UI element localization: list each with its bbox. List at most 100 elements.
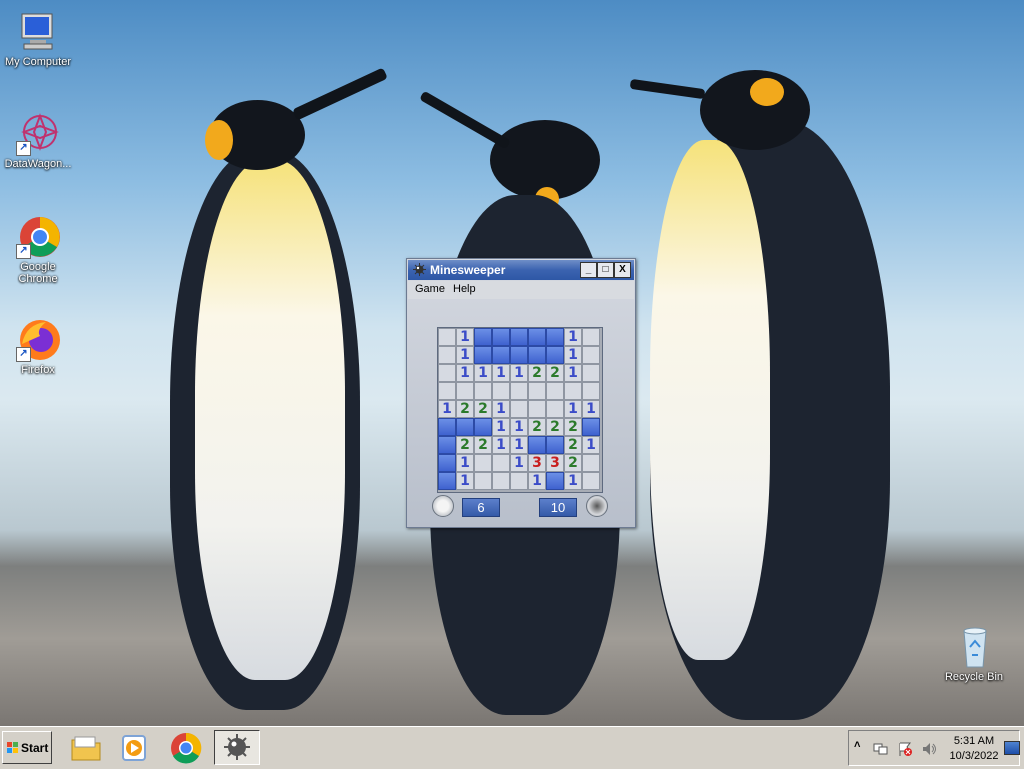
mine-cell[interactable]	[528, 346, 546, 364]
mine-cell[interactable]: 1	[492, 400, 510, 418]
show-hidden-icons-button[interactable]: ˄	[854, 739, 860, 751]
mine-cell[interactable]	[438, 364, 456, 382]
mine-cell[interactable]	[582, 328, 600, 346]
mine-cell[interactable]: 2	[564, 436, 582, 454]
desktop-icon-datawagon[interactable]: ↗ DataWagon...	[0, 112, 76, 170]
mine-cell[interactable]	[510, 400, 528, 418]
mine-cell[interactable]	[492, 454, 510, 472]
mine-cell[interactable]	[528, 436, 546, 454]
mine-cell[interactable]: 1	[456, 346, 474, 364]
mine-cell[interactable]: 2	[546, 418, 564, 436]
mine-cell[interactable]: 1	[564, 400, 582, 418]
maximize-button[interactable]: □	[597, 262, 614, 278]
mine-cell[interactable]: 1	[528, 472, 546, 490]
mine-cell[interactable]: 1	[564, 364, 582, 382]
mine-cell[interactable]: 1	[492, 418, 510, 436]
mine-cell[interactable]	[582, 454, 600, 472]
mine-cell[interactable]	[474, 346, 492, 364]
mine-cell[interactable]	[546, 400, 564, 418]
mine-cell[interactable]	[582, 364, 600, 382]
mine-cell[interactable]	[438, 454, 456, 472]
mine-cell[interactable]: 1	[492, 436, 510, 454]
mine-cell[interactable]	[492, 328, 510, 346]
mine-cell[interactable]: 1	[456, 454, 474, 472]
mine-cell[interactable]	[546, 346, 564, 364]
volume-icon[interactable]	[921, 741, 937, 757]
mine-cell[interactable]: 1	[564, 328, 582, 346]
mine-cell[interactable]: 2	[546, 364, 564, 382]
desktop-icon-recycle-bin[interactable]: Recycle Bin	[936, 625, 1012, 683]
mine-cell[interactable]: 1	[582, 400, 600, 418]
mine-cell[interactable]: 1	[456, 472, 474, 490]
mine-cell[interactable]: 2	[564, 454, 582, 472]
mine-cell[interactable]: 2	[564, 418, 582, 436]
mine-cell[interactable]: 2	[456, 400, 474, 418]
network-icon[interactable]	[873, 741, 889, 757]
window-titlebar[interactable]: Minesweeper _ □ X	[408, 260, 634, 280]
mine-cell[interactable]	[510, 382, 528, 400]
mine-cell[interactable]	[438, 436, 456, 454]
menu-help[interactable]: Help	[453, 283, 476, 295]
mine-cell[interactable]	[546, 436, 564, 454]
mine-cell[interactable]	[438, 382, 456, 400]
mine-cell[interactable]	[492, 346, 510, 364]
mine-cell[interactable]	[582, 472, 600, 490]
mine-cell[interactable]: 3	[528, 454, 546, 472]
mine-cell[interactable]: 1	[474, 364, 492, 382]
mine-cell[interactable]: 1	[510, 364, 528, 382]
mine-cell[interactable]	[474, 472, 492, 490]
mine-cell[interactable]	[474, 418, 492, 436]
mine-cell[interactable]: 1	[492, 364, 510, 382]
mine-cell[interactable]	[438, 418, 456, 436]
mine-cell[interactable]	[546, 328, 564, 346]
mine-cell[interactable]: 1	[564, 472, 582, 490]
mine-cell[interactable]	[492, 472, 510, 490]
mine-cell[interactable]: 1	[510, 436, 528, 454]
action-center-icon[interactable]	[897, 741, 913, 757]
menu-game[interactable]: Game	[415, 283, 445, 295]
mine-cell[interactable]	[438, 472, 456, 490]
mine-cell[interactable]: 2	[528, 418, 546, 436]
mine-cell[interactable]	[474, 328, 492, 346]
mine-cell[interactable]: 3	[546, 454, 564, 472]
mine-cell[interactable]	[528, 328, 546, 346]
mine-cell[interactable]: 2	[474, 436, 492, 454]
mine-cell[interactable]	[582, 346, 600, 364]
mine-cell[interactable]	[474, 454, 492, 472]
mine-cell[interactable]: 2	[474, 400, 492, 418]
mine-cell[interactable]	[438, 328, 456, 346]
mine-cell[interactable]: 1	[438, 400, 456, 418]
mine-cell[interactable]: 1	[456, 364, 474, 382]
show-desktop-button[interactable]	[1004, 741, 1020, 755]
mine-cell[interactable]	[510, 472, 528, 490]
mine-cell[interactable]: 1	[510, 418, 528, 436]
mine-cell[interactable]: 1	[456, 328, 474, 346]
mine-cell[interactable]: 1	[564, 346, 582, 364]
mine-cell[interactable]	[510, 328, 528, 346]
close-button[interactable]: X	[614, 262, 631, 278]
taskbar-media-player[interactable]	[116, 730, 152, 765]
mine-cell[interactable]: 1	[582, 436, 600, 454]
mine-cell[interactable]	[546, 382, 564, 400]
mine-cell[interactable]	[510, 346, 528, 364]
start-button[interactable]: Start	[2, 731, 52, 764]
mine-cell[interactable]	[456, 382, 474, 400]
mine-cell[interactable]	[492, 382, 510, 400]
desktop-icon-my-computer[interactable]: My Computer	[0, 10, 76, 68]
mine-cell[interactable]	[456, 418, 474, 436]
taskbar-minesweeper[interactable]	[214, 730, 260, 765]
taskbar-chrome[interactable]	[168, 730, 204, 765]
mine-cell[interactable]	[546, 472, 564, 490]
mine-cell[interactable]: 1	[510, 454, 528, 472]
mine-cell[interactable]	[528, 382, 546, 400]
mine-cell[interactable]	[474, 382, 492, 400]
mine-cell[interactable]	[438, 346, 456, 364]
mine-cell[interactable]	[582, 382, 600, 400]
desktop-icon-firefox[interactable]: ↗ Firefox	[0, 318, 76, 376]
tray-clock[interactable]: 5:31 AM 10/3/2022	[944, 734, 1004, 764]
mine-cell[interactable]	[582, 418, 600, 436]
mine-cell[interactable]	[528, 400, 546, 418]
mine-cell[interactable]	[564, 382, 582, 400]
mine-cell[interactable]: 2	[528, 364, 546, 382]
desktop-icon-google-chrome[interactable]: ↗ Google Chrome	[0, 215, 76, 285]
